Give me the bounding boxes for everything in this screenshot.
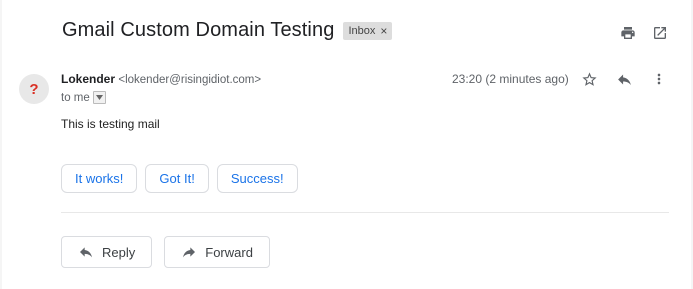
forward-label: Forward — [205, 244, 253, 260]
email-subject: Gmail Custom Domain Testing — [62, 19, 335, 41]
show-details-button[interactable] — [92, 91, 106, 104]
label-text: Inbox — [348, 24, 376, 37]
divider — [61, 212, 669, 213]
print-icon[interactable] — [619, 24, 637, 42]
smart-reply-button[interactable]: It works! — [61, 164, 138, 193]
subject-row: Gmail Custom Domain Testing Inbox × — [62, 19, 393, 42]
chevron-down-icon — [95, 95, 103, 100]
smart-replies: It works! Got It! Success! — [61, 164, 298, 193]
smart-reply-button[interactable]: Got It! — [145, 164, 209, 193]
message-actions — [580, 70, 668, 88]
forward-icon — [183, 247, 196, 258]
sender-name[interactable]: Lokender — [61, 72, 115, 86]
message-time: 23:20 (2 minutes ago) — [452, 72, 569, 86]
sender-line: Lokender <lokender@risingidiot.com> — [61, 72, 261, 86]
open-in-new-window-icon[interactable] — [651, 24, 669, 42]
reply-icon[interactable] — [615, 70, 633, 88]
smart-reply-button[interactable]: Success! — [216, 164, 298, 193]
reply-actions: Reply Forward — [61, 236, 270, 268]
inbox-label-chip[interactable]: Inbox × — [343, 21, 393, 40]
sender-email: <lokender@risingidiot.com> — [118, 74, 262, 86]
more-vert-icon[interactable] — [650, 70, 668, 88]
remove-label-button[interactable]: × — [380, 24, 387, 38]
reply-icon — [80, 247, 92, 258]
recipient-text: to me — [61, 91, 90, 104]
recipient-line: to me — [61, 91, 106, 104]
thread-toolbar — [619, 24, 669, 42]
reply-button[interactable]: Reply — [61, 236, 153, 268]
avatar-glyph: ? — [29, 80, 39, 98]
reply-label: Reply — [102, 244, 136, 260]
star-icon[interactable] — [580, 70, 598, 88]
sender-avatar[interactable]: ? — [19, 74, 49, 104]
left-edge — [0, 0, 2, 289]
forward-button[interactable]: Forward — [164, 236, 270, 268]
message-body: This is testing mail — [61, 117, 160, 131]
